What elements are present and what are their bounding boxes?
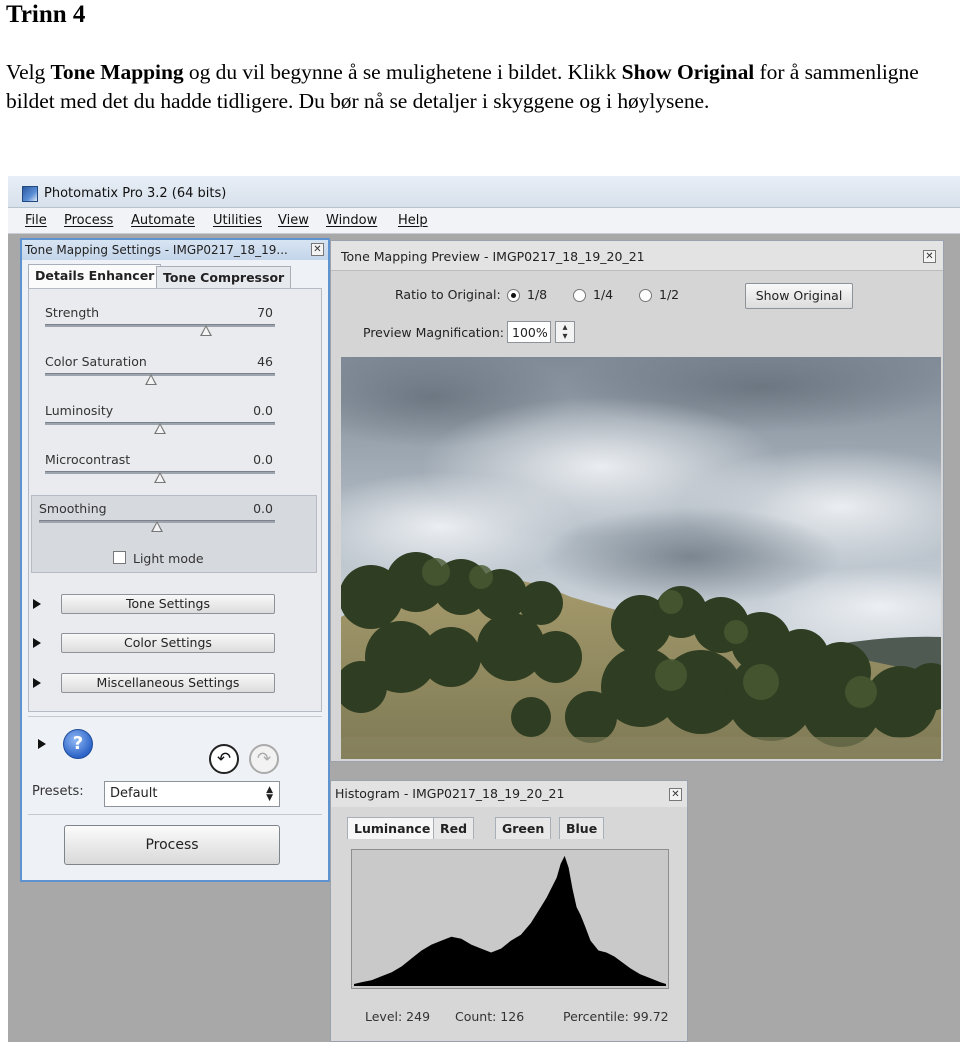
settings-panel-title: Tone Mapping Settings - IMGP0217_18_19..… (25, 243, 288, 257)
ratio-label: Ratio to Original: (395, 287, 501, 302)
instruction-text-2: og du vil begynne å se mulighetene i bil… (183, 60, 622, 84)
instruction-bold-tone-mapping: Tone Mapping (50, 60, 184, 84)
magnification-input[interactable]: 100% (507, 321, 551, 343)
strength-label: Strength (45, 305, 100, 320)
smoothing-label: Smoothing (39, 501, 107, 516)
microcontrast-value: 0.0 (253, 452, 273, 467)
magnification-spinner[interactable]: ▴ ▾ (555, 321, 575, 343)
undo-icon[interactable]: ↶ (209, 744, 239, 774)
tab-green[interactable]: Green (495, 817, 552, 839)
menu-window[interactable]: Window (326, 213, 377, 228)
ratio-radio-1-2[interactable] (639, 289, 652, 302)
select-arrows-icon: ▲ ▼ (266, 785, 273, 803)
tone-mapping-settings-panel: Tone Mapping Settings - IMGP0217_18_19..… (20, 238, 330, 882)
luminosity-label: Luminosity (45, 403, 114, 418)
instruction-bold-show-original: Show Original (621, 60, 755, 84)
panel-separator (28, 814, 322, 815)
luminosity-slider-thumb[interactable] (154, 423, 166, 434)
histogram-shape (353, 855, 667, 987)
color-saturation-slider-track[interactable] (45, 373, 275, 376)
menu-view[interactable]: View (278, 213, 309, 228)
close-icon[interactable]: ✕ (923, 250, 936, 263)
process-button[interactable]: Process (64, 825, 280, 865)
tab-blue[interactable]: Blue (559, 817, 605, 839)
triangle-right-icon[interactable] (33, 599, 41, 609)
help-icon[interactable]: ? (63, 729, 93, 759)
ratio-radio-1-4[interactable] (573, 289, 586, 302)
histogram-title: Histogram - IMGP0217_18_19_20_21 (335, 786, 565, 801)
histogram-level-readout: Level: 249 (365, 1009, 431, 1024)
microcontrast-slider-thumb[interactable] (154, 472, 166, 483)
preview-titlebar: Tone Mapping Preview - IMGP0217_18_19_20… (331, 241, 943, 271)
miscellaneous-settings-button[interactable]: Miscellaneous Settings (61, 673, 275, 693)
strength-value: 70 (257, 305, 273, 320)
panel-separator (28, 716, 322, 717)
strength-slider-thumb[interactable] (200, 325, 212, 336)
histogram-titlebar: Histogram - IMGP0217_18_19_20_21 ✕ (331, 781, 687, 807)
menu-process[interactable]: Process (64, 213, 113, 228)
color-saturation-slider-thumb[interactable] (144, 374, 157, 385)
triangle-right-icon[interactable] (33, 678, 41, 688)
step-heading: Trinn 4 (6, 1, 86, 28)
triangle-right-icon[interactable] (33, 638, 41, 648)
tone-mapping-preview-window: Tone Mapping Preview - IMGP0217_18_19_20… (330, 240, 944, 762)
menu-file[interactable]: File (25, 213, 47, 228)
tab-red[interactable]: Red (433, 817, 475, 839)
tab-tone-compressor[interactable]: Tone Compressor (156, 266, 292, 288)
presets-selected-value: Default (110, 786, 158, 801)
instruction-paragraph: Velg Tone Mapping og du vil begynne å se… (6, 58, 956, 115)
close-icon[interactable]: ✕ (669, 788, 682, 801)
menu-bar: File Process Automate Utilities View Win… (8, 208, 960, 234)
redo-icon[interactable]: ↷ (249, 744, 279, 774)
tone-settings-button[interactable]: Tone Settings (61, 594, 275, 614)
color-settings-button[interactable]: Color Settings (61, 633, 275, 653)
light-mode-label: Light mode (133, 551, 204, 566)
histogram-window: Histogram - IMGP0217_18_19_20_21 ✕ Lumin… (330, 780, 688, 1042)
magnification-label: Preview Magnification: (363, 325, 504, 340)
menu-help[interactable]: Help (398, 213, 428, 228)
histogram-percentile-readout: Percentile: 99.72 (563, 1009, 669, 1024)
histogram-count-readout: Count: 126 (455, 1009, 525, 1024)
photomatix-app-icon (22, 186, 38, 202)
tab-details-enhancer[interactable]: Details Enhancer (28, 264, 162, 288)
ratio-option-1-8: 1/8 (527, 287, 548, 302)
show-original-button[interactable]: Show Original (745, 283, 853, 309)
settings-panel-titlebar: Tone Mapping Settings - IMGP0217_18_19..… (22, 240, 328, 260)
triangle-right-icon[interactable] (38, 739, 46, 749)
close-icon[interactable]: ✕ (311, 243, 324, 256)
preview-title: Tone Mapping Preview - IMGP0217_18_19_20… (341, 249, 645, 264)
ratio-radio-1-8[interactable] (507, 289, 520, 302)
app-titlebar: Photomatix Pro 3.2 (64 bits) (8, 176, 960, 208)
luminance-histogram (351, 849, 669, 989)
ratio-option-1-2: 1/2 (659, 287, 680, 302)
details-enhancer-content: Strength 70 Color Saturation 46 Luminosi… (28, 288, 322, 712)
menu-automate[interactable]: Automate (131, 213, 195, 228)
smoothing-slider-thumb[interactable] (151, 521, 163, 532)
tab-luminance[interactable]: Luminance (347, 817, 438, 839)
app-title: Photomatix Pro 3.2 (64 bits) (44, 186, 227, 201)
presets-label: Presets: (32, 784, 84, 799)
light-mode-checkbox[interactable] (113, 551, 126, 564)
strength-slider-track[interactable] (45, 324, 275, 327)
luminosity-value: 0.0 (253, 403, 273, 418)
color-saturation-label: Color Saturation (45, 354, 147, 369)
color-saturation-value: 46 (257, 354, 273, 369)
photomatix-screenshot: Photomatix Pro 3.2 (64 bits) File Proces… (8, 176, 960, 1042)
smoothing-value: 0.0 (253, 501, 273, 516)
tone-mapped-landscape-image (341, 357, 941, 759)
ratio-option-1-4: 1/4 (593, 287, 614, 302)
presets-select[interactable]: Default ▲ ▼ (104, 781, 280, 807)
menu-utilities[interactable]: Utilities (213, 213, 262, 228)
microcontrast-label: Microcontrast (45, 452, 131, 467)
instruction-text-1: Velg (6, 60, 51, 84)
